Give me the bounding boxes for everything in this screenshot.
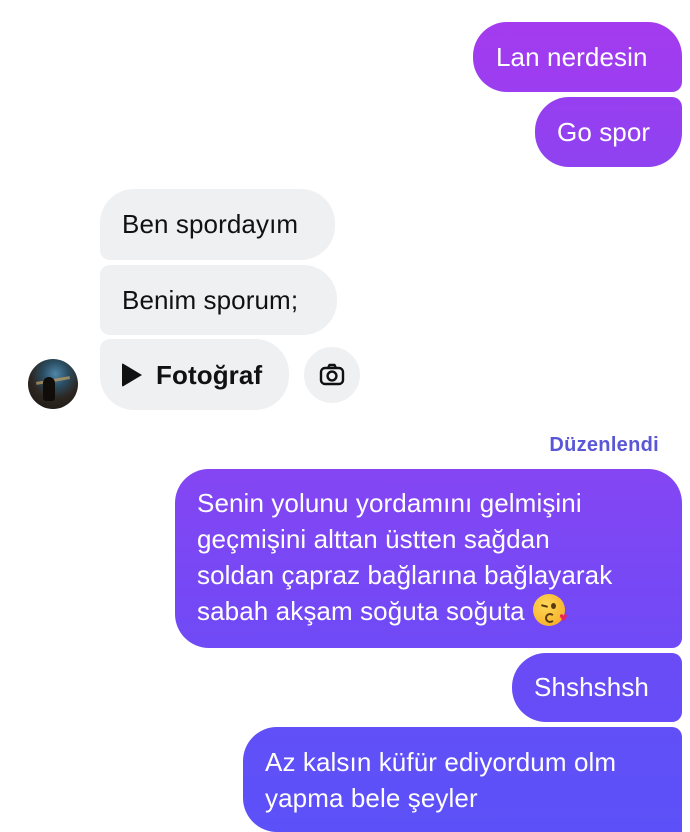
message-text: Go spor [557, 117, 651, 147]
photo-label: Fotoğraf [156, 359, 263, 390]
message-text-line-with-emoji: sabah akşam soğuta soğuta ♥ [197, 593, 682, 629]
message-text-line: yapma bele şeyler [265, 783, 478, 813]
message-bubble-incoming[interactable]: Ben spordayım [100, 189, 335, 260]
message-bubble-incoming[interactable]: Benim sporum; [100, 265, 337, 335]
message-text-line: Senin yolunu yordamını gelmişini [197, 488, 582, 518]
message-text: Lan nerdesin [496, 42, 648, 72]
play-icon [122, 362, 142, 387]
message-text-line: Az kalsın küfür ediyordum olm [265, 747, 617, 777]
message-text: sabah akşam soğuta soğuta [197, 596, 525, 626]
message-bubble-outgoing[interactable]: Az kalsın küfür ediyordum olm yapma bele… [243, 727, 682, 832]
camera-button[interactable] [304, 347, 360, 403]
message-text: Shshshsh [534, 672, 649, 702]
message-bubble-outgoing[interactable]: Lan nerdesin [473, 22, 682, 92]
message-text: Benim sporum; [122, 285, 299, 315]
message-bubble-outgoing[interactable]: Senin yolunu yordamını gelmişini geçmişi… [175, 469, 682, 648]
edited-label: Düzenlendi [549, 434, 659, 456]
message-bubble-outgoing[interactable]: Shshshsh [512, 653, 682, 722]
avatar-figure [43, 377, 55, 401]
kissing-heart-emoji-icon: ♥ [532, 594, 568, 626]
camera-icon [319, 363, 345, 386]
message-text-line: geçmişini alttan üstten sağdan [197, 524, 550, 554]
message-bubble-outgoing[interactable]: Go spor [535, 97, 682, 167]
message-text-line: soldan çapraz bağlarına bağlayarak [197, 560, 613, 590]
message-text: Ben spordayım [122, 209, 299, 239]
photo-message-bubble[interactable]: Fotoğraf [100, 339, 289, 410]
avatar[interactable] [28, 359, 78, 409]
